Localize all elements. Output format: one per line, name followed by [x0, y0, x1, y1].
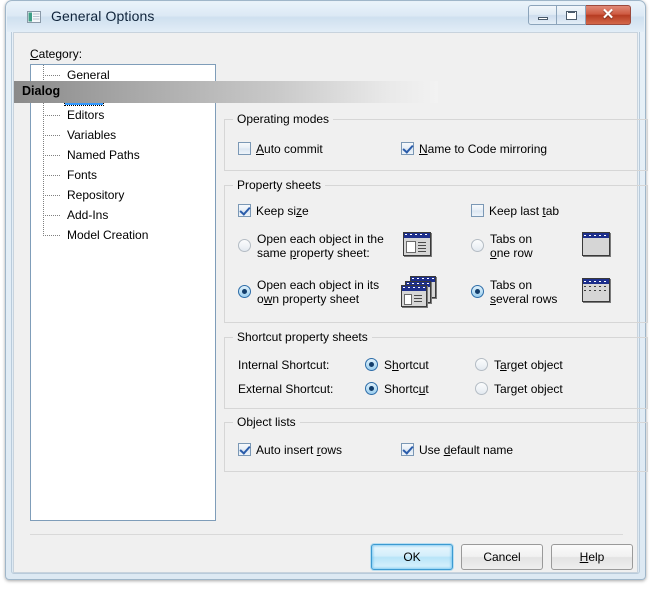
tree-item-repository[interactable]: Repository [31, 185, 215, 205]
minimize-button[interactable] [528, 5, 557, 25]
tree-item-label: Repository [67, 188, 125, 202]
tree-item-named-paths[interactable]: Named Paths [31, 145, 215, 165]
footer-separator [30, 534, 623, 535]
group-shortcut-property-sheets: Shortcut property sheets Internal Shortc… [224, 330, 648, 409]
radio-label: Open each object in its own property shee… [257, 278, 380, 306]
radio-external-shortcut[interactable]: Shortcut [365, 382, 429, 396]
checkbox-label: Keep last tab [489, 204, 560, 218]
ok-button[interactable]: OK [371, 544, 453, 570]
radio-dot[interactable] [471, 239, 484, 252]
tree-item-model-creation[interactable]: Model Creation [31, 225, 215, 245]
category-label: Category: [30, 47, 83, 61]
radio-tabs-one-row[interactable]: Tabs on one row [471, 232, 533, 260]
checkbox-label: Auto commit [256, 142, 323, 156]
checkbox-box[interactable] [238, 142, 251, 155]
tree-item-label: Fonts [67, 168, 98, 182]
radio-dot[interactable] [365, 358, 378, 371]
minimize-icon [538, 17, 548, 20]
radio-dot[interactable] [365, 382, 378, 395]
radio-label: Shortcut [384, 358, 429, 372]
checkbox-box[interactable] [238, 204, 251, 217]
checkbox-label: Use default name [419, 443, 514, 457]
tree-item-label: Variables [67, 128, 117, 142]
group-title-object-lists: Object lists [233, 415, 300, 429]
radio-dot[interactable] [471, 285, 484, 298]
close-icon: ✕ [601, 6, 615, 23]
radio-label: Tabs on one row [490, 232, 533, 260]
checkbox-label: Name to Code mirroring [419, 142, 548, 156]
multiple-property-sheets-icon [401, 276, 439, 308]
radio-label: Open each object in the same property she… [257, 232, 384, 260]
tree-item-label: Model Creation [67, 228, 149, 242]
title-bar: General Options ✕ [7, 2, 644, 32]
radio-label: Target object [494, 358, 563, 372]
checkbox-keep-size[interactable]: Keep size [238, 204, 309, 218]
radio-label: Shortcut [384, 382, 429, 396]
radio-dot[interactable] [475, 358, 488, 371]
panel-header-title: Dialog [22, 84, 61, 98]
label-internal-shortcut: Internal Shortcut: [238, 358, 330, 372]
checkbox-auto-insert-rows[interactable]: Auto insert rows [238, 443, 342, 457]
tree-item-fonts[interactable]: Fonts [31, 165, 215, 185]
group-title-property-sheets: Property sheets [233, 178, 326, 192]
radio-tabs-several-rows[interactable]: Tabs on several rows [471, 278, 557, 306]
window-title: General Options [51, 8, 155, 24]
label-external-shortcut: External Shortcut: [238, 382, 334, 396]
radio-same-property-sheet[interactable]: Open each object in the same property she… [238, 232, 384, 260]
radio-internal-target-object[interactable]: Target object [475, 358, 563, 372]
checkbox-use-default-name[interactable]: Use default name [401, 443, 513, 457]
tree-item-editors[interactable]: Editors [31, 105, 215, 125]
checkbox-name-to-code-mirroring[interactable]: Name to Code mirroring [401, 142, 547, 156]
group-object-lists: Object lists Auto insert rows Use defaul… [224, 415, 648, 472]
cancel-button[interactable]: Cancel [461, 544, 543, 570]
single-property-sheet-icon [403, 232, 433, 258]
radio-label: Tabs on several rows [490, 278, 558, 306]
checkbox-box[interactable] [401, 142, 414, 155]
panel-header: Dialog [14, 81, 438, 103]
tabs-one-row-icon [582, 232, 612, 258]
maximize-button[interactable] [557, 5, 586, 25]
group-title-shortcut-property-sheets: Shortcut property sheets [233, 330, 372, 344]
radio-internal-shortcut[interactable]: Shortcut [365, 358, 429, 372]
options-document-icon [26, 9, 42, 25]
radio-label: Target object [494, 382, 563, 396]
checkbox-label: Keep size [256, 204, 309, 218]
group-property-sheets: Property sheets Keep size Keep last tab … [224, 178, 648, 323]
group-title-operating-modes: Operating modes [233, 112, 334, 126]
dialog-window: General Options ✕ Category: General Dial… [5, 0, 648, 580]
tree-item-add-ins[interactable]: Add-Ins [31, 205, 215, 225]
radio-dot[interactable] [238, 285, 251, 298]
maximize-icon [566, 11, 577, 20]
tabs-several-rows-icon [582, 278, 612, 304]
checkbox-auto-commit[interactable]: Auto commit [238, 142, 323, 156]
checkbox-keep-last-tab[interactable]: Keep last tab [471, 204, 559, 218]
category-tree[interactable]: General Dialog Editors Variables Named P… [30, 64, 216, 521]
radio-dot[interactable] [238, 239, 251, 252]
close-button[interactable]: ✕ [586, 5, 631, 25]
help-button[interactable]: Help [551, 544, 633, 570]
radio-dot[interactable] [475, 382, 488, 395]
group-operating-modes: Operating modes Auto commit Name to Code… [224, 112, 648, 171]
checkbox-label: Auto insert rows [256, 443, 343, 457]
tree-item-label: Named Paths [67, 148, 140, 162]
checkbox-box[interactable] [238, 443, 251, 456]
dialog-client-area: Category: General Dialog Editors Variabl… [13, 32, 648, 573]
tree-item-variables[interactable]: Variables [31, 125, 215, 145]
checkbox-box[interactable] [401, 443, 414, 456]
checkbox-box[interactable] [471, 204, 484, 217]
radio-own-property-sheet[interactable]: Open each object in its own property shee… [238, 278, 379, 306]
tree-item-label: Add-Ins [67, 208, 109, 222]
tree-item-label: Editors [67, 108, 105, 122]
radio-external-target-object[interactable]: Target object [475, 382, 563, 396]
